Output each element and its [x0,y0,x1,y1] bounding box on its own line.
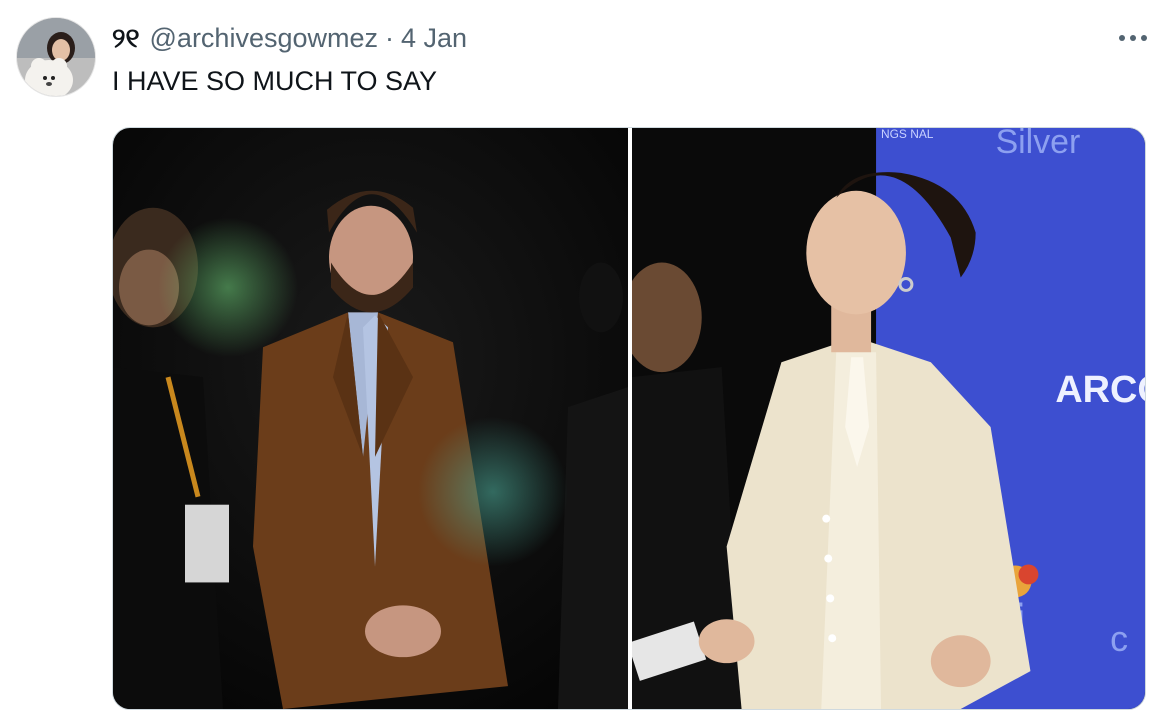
photo-right[interactable]: Silver NGS NAL ARCO Si c [632,128,1145,709]
avatar[interactable] [16,17,96,97]
display-name[interactable]: ୨୧ [112,20,140,56]
tweet-date[interactable]: 4 Jan [401,20,467,56]
tweet-text: I HAVE SO MUCH TO SAY [112,66,438,96]
user-handle[interactable]: @archivesgowmez [150,20,379,56]
backdrop-text-bottom-right: c [1110,619,1128,659]
media-grid: Silver NGS NAL ARCO Si c [112,127,1146,710]
more-options-button[interactable] [1116,24,1150,52]
header-separator: · [385,23,395,53]
more-horizontal-icon [1119,35,1147,41]
photo-man-brown-suit [113,128,628,709]
backdrop-text-mid: ARCO [1055,369,1145,411]
backdrop-text-small: NGS NAL [881,128,934,141]
avatar-image [17,18,95,96]
backdrop-text-top: Silver [996,128,1081,161]
tweet-header: ୨୧ @archivesgowmez · 4 Jan [112,20,467,56]
photo-left[interactable] [113,128,628,709]
photo-woman-white-suit: Silver NGS NAL ARCO Si c [632,128,1145,709]
